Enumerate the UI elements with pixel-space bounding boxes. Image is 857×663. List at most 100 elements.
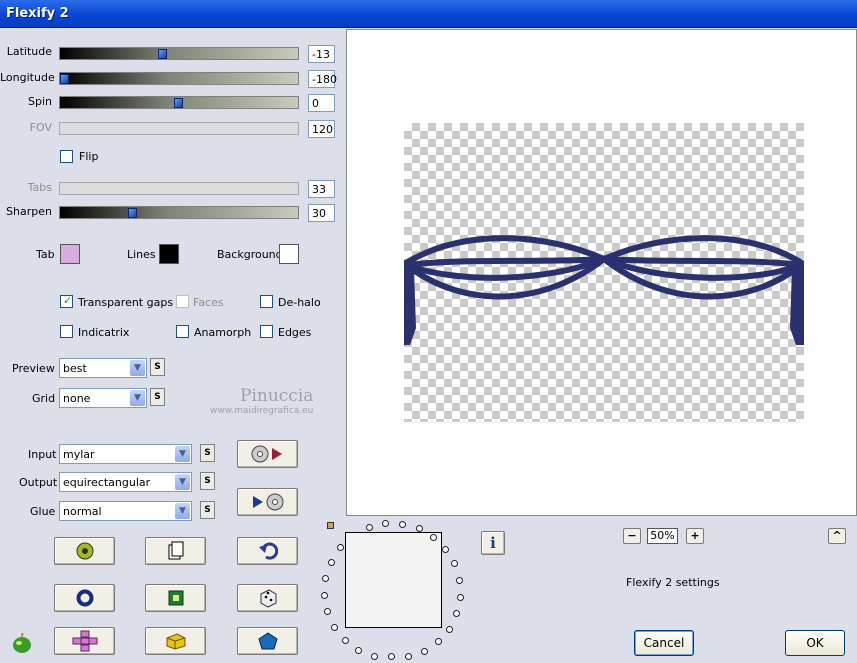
- spin-input[interactable]: 0: [308, 94, 335, 112]
- ring-dot[interactable]: [321, 591, 329, 599]
- output-s-button[interactable]: S: [200, 472, 215, 490]
- chevron-down-icon: ▼: [130, 360, 145, 376]
- transparent-gaps-label: Transparent gaps: [78, 296, 174, 309]
- fov-slider: [59, 122, 299, 135]
- square-button[interactable]: [145, 584, 206, 612]
- tab-color-swatch[interactable]: [60, 244, 80, 264]
- ring-button[interactable]: [54, 584, 115, 612]
- lines-color-label: Lines: [127, 248, 156, 261]
- preview-select[interactable]: best ▼: [59, 358, 147, 378]
- zoom-in-button[interactable]: +: [686, 528, 704, 544]
- input-s-button[interactable]: S: [200, 444, 215, 462]
- ok-button[interactable]: OK: [785, 630, 845, 656]
- sunburst-icon: [75, 541, 95, 561]
- sharpen-input[interactable]: 30: [308, 204, 335, 222]
- random-button[interactable]: [54, 537, 115, 565]
- preview-select-value: best: [63, 362, 87, 375]
- transparent-gaps-checkbox[interactable]: ✓: [60, 294, 73, 308]
- info-button[interactable]: i: [481, 531, 505, 555]
- input-label: Input: [28, 448, 57, 461]
- grid-s-button[interactable]: S: [150, 388, 165, 406]
- edges-checkbox[interactable]: [260, 325, 273, 338]
- undo-arrow-icon: [258, 541, 278, 561]
- controls-panel: Latitude -13 Longitude -180 Spin 0 FOV 1…: [0, 29, 346, 663]
- glue-s-button[interactable]: S: [200, 501, 215, 519]
- undo-button[interactable]: [237, 537, 298, 565]
- ring-dot[interactable]: [456, 593, 464, 601]
- ring-dot[interactable]: [322, 574, 330, 582]
- ring-icon: [76, 589, 94, 607]
- ring-dot[interactable]: [451, 560, 459, 568]
- chevron-down-icon: ▼: [175, 446, 190, 462]
- ring-dot[interactable]: [387, 653, 395, 660]
- ring-dot[interactable]: [456, 576, 464, 584]
- cancel-button[interactable]: Cancel: [634, 630, 694, 656]
- ring-dot[interactable]: [371, 653, 379, 660]
- flaming-pear-logo-icon: [9, 629, 35, 655]
- block-button[interactable]: [145, 627, 206, 655]
- sharpen-slider-thumb[interactable]: [128, 208, 137, 218]
- glue-select-value: normal: [63, 505, 102, 518]
- ring-dot[interactable]: [331, 623, 339, 631]
- longitude-label: Longitude: [0, 71, 55, 84]
- preview-s-button[interactable]: S: [150, 358, 165, 376]
- longitude-slider[interactable]: [59, 72, 299, 85]
- ring-handle[interactable]: [327, 522, 334, 529]
- transparency-checkerboard: [403, 123, 805, 422]
- ring-dot[interactable]: [365, 524, 373, 532]
- document-icon: [167, 541, 185, 561]
- de-halo-checkbox[interactable]: [260, 295, 273, 308]
- background-color-swatch[interactable]: [279, 244, 299, 264]
- load-preset-button[interactable]: [237, 440, 298, 468]
- ring-dot[interactable]: [442, 545, 450, 553]
- flip-label: Flip: [79, 150, 99, 163]
- latitude-slider[interactable]: [59, 47, 299, 60]
- output-label: Output: [19, 476, 58, 489]
- dice-icon: [258, 588, 278, 608]
- ring-dot[interactable]: [434, 638, 442, 646]
- grid-select-value: none: [63, 392, 91, 405]
- sharpen-slider[interactable]: [59, 206, 299, 219]
- ring-dot[interactable]: [327, 558, 335, 566]
- ring-dot[interactable]: [420, 648, 428, 656]
- ring-dot[interactable]: [453, 610, 461, 618]
- indicatrix-label: Indicatrix: [78, 326, 130, 339]
- output-select[interactable]: equirectangular ▼: [59, 472, 192, 492]
- spin-label: Spin: [28, 95, 52, 108]
- grid-select[interactable]: none ▼: [59, 388, 147, 408]
- zoom-out-button[interactable]: −: [623, 528, 641, 544]
- tabs-input: 33: [308, 180, 335, 198]
- ring-dot[interactable]: [399, 520, 407, 528]
- spin-slider[interactable]: [59, 96, 299, 109]
- anamorph-checkbox[interactable]: [176, 325, 189, 338]
- anamorph-label: Anamorph: [194, 326, 252, 339]
- input-select[interactable]: mylar ▼: [59, 444, 192, 464]
- glue-select[interactable]: normal ▼: [59, 501, 192, 521]
- ring-dot[interactable]: [355, 647, 363, 655]
- flip-checkbox[interactable]: [60, 150, 73, 163]
- window-title: Flexify 2: [6, 6, 69, 21]
- dice-button[interactable]: [237, 584, 298, 612]
- pentagon-button[interactable]: [237, 627, 298, 655]
- latitude-label: Latitude: [6, 45, 52, 58]
- latitude-input[interactable]: -13: [308, 45, 335, 63]
- chevron-down-icon: ▼: [175, 474, 190, 490]
- spin-slider-thumb[interactable]: [174, 98, 183, 108]
- save-preset-button[interactable]: [237, 488, 298, 516]
- latitude-slider-thumb[interactable]: [158, 49, 167, 59]
- cross-button[interactable]: [54, 627, 115, 655]
- collapse-button[interactable]: ^: [828, 528, 846, 544]
- ring-dot[interactable]: [404, 653, 412, 660]
- copy-button[interactable]: [145, 537, 206, 565]
- preview-canvas[interactable]: [346, 29, 857, 516]
- longitude-input[interactable]: -180: [308, 70, 337, 88]
- glue-label: Glue: [30, 505, 56, 518]
- faces-label: Faces: [193, 296, 224, 309]
- preview-label: Preview: [12, 362, 55, 375]
- lines-color-swatch[interactable]: [159, 244, 179, 264]
- indicatrix-checkbox[interactable]: [60, 325, 73, 338]
- ring-dot[interactable]: [341, 636, 349, 644]
- ring-dot[interactable]: [445, 625, 453, 633]
- ring-dot[interactable]: [382, 520, 390, 528]
- longitude-slider-thumb[interactable]: [60, 74, 69, 84]
